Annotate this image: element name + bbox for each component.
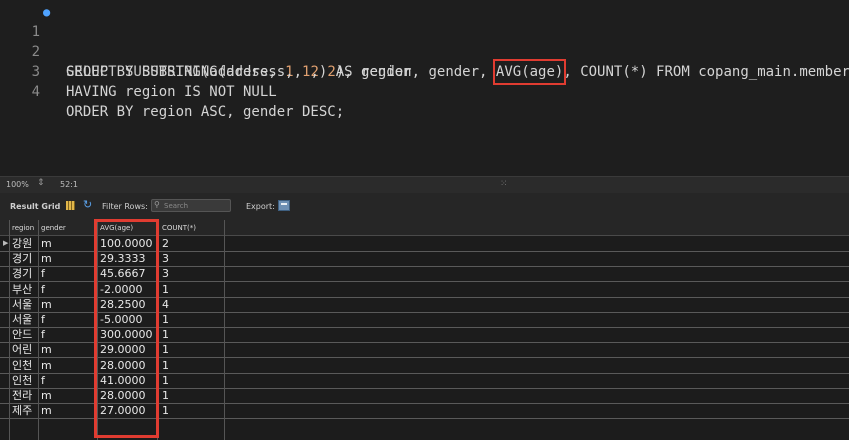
line-number: 4 [31,84,40,100]
sql-editor[interactable]: 1 ● SELECT SUBSTRING(address, 1, 2) AS r… [0,0,849,176]
cell-count[interactable]: 3 [162,252,169,265]
result-grid-label[interactable]: Result Grid [10,202,60,211]
cell-avg-age[interactable]: 27.0000 [100,404,146,417]
code-line-4[interactable]: 4 ORDER BY region ASC, gender DESC; [0,62,345,120]
table-row[interactable]: 경기 m 29.3333 3 [0,251,849,268]
cell-gender[interactable]: m [41,237,52,250]
cell-count[interactable]: 3 [162,267,169,280]
grid-header: region gender AVG(age) COUNT(*) [0,220,849,236]
code-text: GROUP BY SUBSTRING(address, 1, 2), gende… [66,64,412,80]
table-row[interactable]: 서울 m 28.2500 4 [0,297,849,313]
cell-count[interactable]: 4 [162,298,169,311]
table-row[interactable]: 전라 m 28.0000 1 [0,388,849,404]
cursor-position: 52:1 [60,180,78,189]
zoom-level[interactable]: 100% [6,180,29,189]
search-icon: ⚲ [154,200,160,209]
column-divider [224,220,225,440]
grid-view-icon[interactable] [66,201,75,210]
column-header-region[interactable]: region [12,224,34,232]
cell-avg-age[interactable]: 300.0000 [100,328,153,341]
table-row[interactable]: 제주 m 27.0000 1 [0,403,849,420]
cell-count[interactable]: 1 [162,389,169,402]
refresh-icon[interactable]: ↻ [83,198,92,211]
cell-gender[interactable]: m [41,359,52,372]
table-row[interactable]: 어린 m 29.0000 1 [0,342,849,359]
cell-region[interactable]: 서울 [12,313,32,326]
cell-avg-age[interactable]: 29.3333 [100,252,146,265]
cell-region[interactable]: 경기 [12,267,32,280]
cell-count[interactable]: 1 [162,404,169,417]
cell-avg-age[interactable]: 100.0000 [100,237,153,250]
cell-avg-age[interactable]: -2.0000 [100,283,142,296]
cell-region[interactable]: 전라 [12,389,32,402]
cell-avg-age[interactable]: -5.0000 [100,313,142,326]
table-row[interactable]: 안드 f 300.0000 1 [0,327,849,344]
cell-gender[interactable]: f [41,267,45,280]
cell-region[interactable]: 강원 [12,237,32,250]
column-header-count[interactable]: COUNT(*) [162,224,196,232]
cell-count[interactable]: 2 [162,237,169,250]
table-row[interactable]: ▶ 강원 m 100.0000 2 [0,236,849,252]
cell-gender[interactable]: m [41,404,52,417]
column-divider [38,220,39,440]
cell-avg-age[interactable]: 28.2500 [100,298,146,311]
cell-region[interactable]: 경기 [12,252,32,265]
cell-avg-age[interactable]: 29.0000 [100,343,146,356]
column-divider [9,220,10,440]
cell-count[interactable]: 1 [162,283,169,296]
editor-status-bar: 100% ⇕ 52:1 ⁙ [0,176,849,194]
column-header-gender[interactable]: gender [41,224,66,232]
result-toolbar: Result Grid ↻ Filter Rows: Search ⚲ Expo… [0,193,849,220]
cell-gender[interactable]: f [41,313,45,326]
cell-avg-age[interactable]: 28.0000 [100,359,146,372]
result-grid[interactable]: region gender AVG(age) COUNT(*) ▶ 강원 m 100.… [0,220,849,440]
current-line-marker-icon: ● [43,5,51,19]
cell-count[interactable]: 1 [162,328,169,341]
cell-count[interactable]: 1 [162,343,169,356]
cell-count[interactable]: 1 [162,359,169,372]
filter-rows-label: Filter Rows: [102,202,148,211]
cell-region[interactable]: 서울 [12,298,32,311]
filter-search-input[interactable]: Search [151,199,231,212]
cell-region[interactable]: 부산 [12,283,32,296]
code-line-1[interactable]: 1 ● SELECT SUBSTRING(address, 1, 2) AS r… [0,2,849,85]
cell-region[interactable]: 제주 [12,404,32,417]
code-text: ORDER BY region ASC, gender DESC; [66,104,345,120]
avg-age-highlight: AVG(age) [492,59,567,85]
export-icon[interactable] [278,200,290,211]
table-row[interactable]: 서울 f -5.0000 1 [0,312,849,328]
table-row[interactable]: 경기 f 45.6667 3 [0,266,849,283]
column-divider [157,220,158,440]
table-row[interactable]: 인천 f 41.0000 1 [0,373,849,389]
column-header-avg-age[interactable]: AVG(age) [100,224,133,232]
current-row-icon: ▶ [3,239,9,247]
cell-count[interactable]: 1 [162,313,169,326]
cell-gender[interactable]: m [41,389,52,402]
cell-gender[interactable]: f [41,283,45,296]
cell-region[interactable]: 안드 [12,328,32,341]
cell-gender[interactable]: m [41,298,52,311]
code-line-3[interactable]: 3 HAVING region IS NOT NULL [0,42,277,100]
export-label: Export: [246,202,275,211]
cell-gender[interactable]: f [41,374,45,387]
column-divider [97,220,98,440]
cell-gender[interactable]: m [41,343,52,356]
cell-gender[interactable]: f [41,328,45,341]
cell-count[interactable]: 1 [162,374,169,387]
cell-region[interactable]: 인천 [12,374,32,387]
splitter-grip-icon[interactable]: ⁙ [500,179,508,189]
cell-gender[interactable]: m [41,252,52,265]
table-row[interactable]: 부산 f -2.0000 1 [0,282,849,298]
cell-region[interactable]: 인천 [12,359,32,372]
cell-avg-age[interactable]: 45.6667 [100,267,146,280]
code-line-2[interactable]: 2 GROUP BY SUBSTRING(address, 1, 2), gen… [0,22,412,80]
cell-avg-age[interactable]: 41.0000 [100,374,146,387]
cell-avg-age[interactable]: 28.0000 [100,389,146,402]
table-row[interactable]: 인천 m 28.0000 1 [0,358,849,374]
zoom-stepper-icon[interactable]: ⇕ [37,178,45,188]
code-text: HAVING region IS NOT NULL [66,84,277,100]
cell-region[interactable]: 어린 [12,343,32,356]
